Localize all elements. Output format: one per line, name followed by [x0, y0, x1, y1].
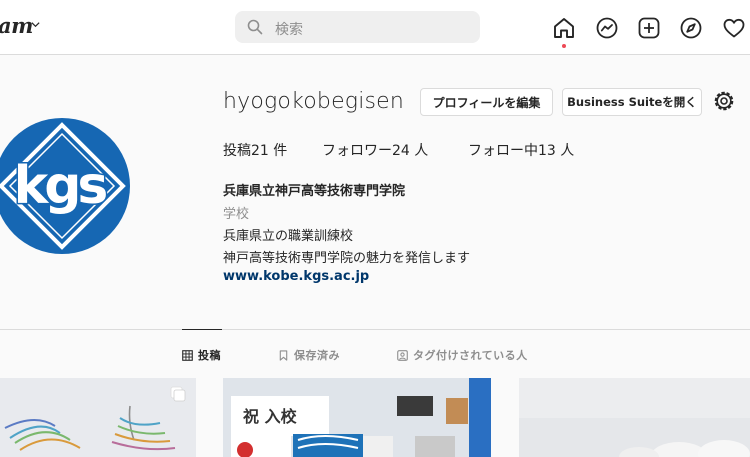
- settings-gear-icon[interactable]: [712, 89, 736, 113]
- tabs-divider: [0, 329, 750, 330]
- heart-icon[interactable]: [722, 16, 746, 40]
- tab-posts-label: 投稿: [198, 349, 221, 362]
- avatar-text: kgs: [14, 156, 107, 216]
- tab-tagged-label: タグ付けされている人: [413, 349, 528, 362]
- profile-bio-line-1: 兵庫県立の職業訓練校: [223, 229, 354, 244]
- search-placeholder: 検索: [275, 22, 303, 38]
- tab-saved-label: 保存済み: [294, 349, 340, 362]
- post-thumbnail-2[interactable]: 祝 入校: [223, 378, 491, 457]
- profile-full-name: 兵庫県立神戸高等技術専門学院: [223, 184, 406, 199]
- notification-dot: [562, 44, 566, 48]
- posts-stat: 投稿21 件: [223, 143, 288, 159]
- post-thumbnail-1[interactable]: [0, 378, 196, 457]
- edit-profile-button[interactable]: プロフィールを編集: [420, 88, 553, 116]
- new-post-icon[interactable]: [637, 16, 661, 40]
- active-tab-indicator: [182, 329, 222, 330]
- grid-icon: [182, 349, 193, 361]
- tab-saved[interactable]: 保存済み: [278, 347, 340, 363]
- post-thumbnail-3[interactable]: [519, 378, 750, 457]
- explore-icon[interactable]: [679, 16, 703, 40]
- profile-bio-line-2: 神戸高等技術専門学院の魅力を発信します: [223, 251, 471, 266]
- profile-category: 学校: [223, 207, 250, 222]
- post-2-sign-text: 祝 入校: [243, 407, 298, 426]
- messenger-icon[interactable]: [595, 16, 619, 40]
- profile-website-link[interactable]: www.kobe.kgs.ac.jp: [223, 269, 369, 284]
- chevron-down-icon[interactable]: [30, 19, 41, 30]
- tag-person-icon: [397, 349, 408, 361]
- search-icon: [247, 19, 263, 35]
- tab-posts[interactable]: 投稿: [182, 347, 221, 363]
- top-nav-bar: am 検索: [0, 0, 750, 55]
- profile-username: hyogokobegisen: [223, 89, 405, 114]
- tab-tagged[interactable]: タグ付けされている人: [397, 347, 528, 363]
- post-3-image: [519, 378, 750, 457]
- search-input[interactable]: 検索: [235, 11, 480, 43]
- home-icon[interactable]: [552, 16, 576, 40]
- profile-avatar[interactable]: kgs: [0, 117, 130, 255]
- instagram-logo[interactable]: am: [0, 13, 33, 38]
- followers-stat[interactable]: フォロワー24 人: [322, 140, 428, 160]
- bookmark-icon: [279, 349, 288, 361]
- business-suite-button[interactable]: Business Suiteを開く: [562, 88, 702, 116]
- post-2-image: 祝 入校: [223, 378, 491, 457]
- post-1-image: [0, 378, 196, 457]
- following-stat[interactable]: フォロー中13 人: [468, 140, 574, 160]
